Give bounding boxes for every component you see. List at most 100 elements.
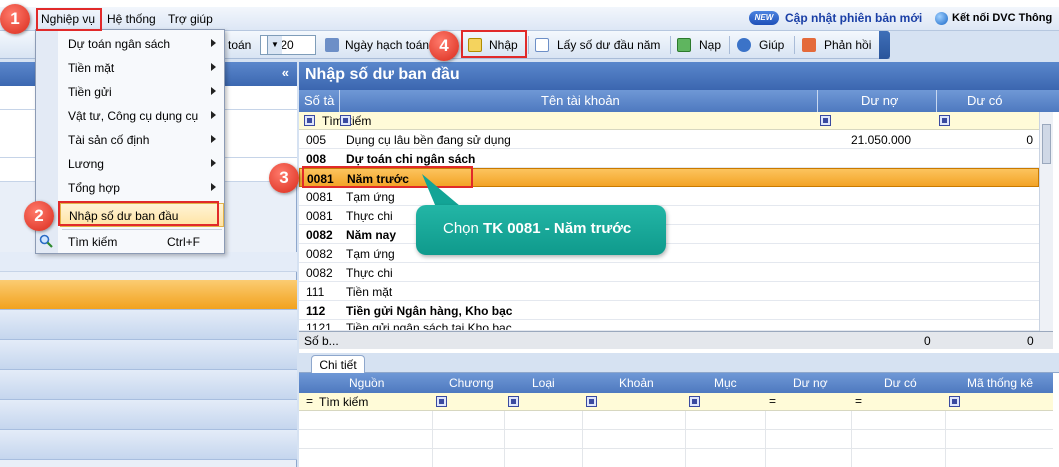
- update-version-link[interactable]: Cập nhật phiên bản mới: [785, 11, 922, 25]
- table-row[interactable]: 0082 Thực chi: [299, 263, 1039, 282]
- feedback-button[interactable]: Phản hồi: [824, 38, 871, 52]
- account-name: Thực chi: [346, 209, 393, 223]
- menu-item-label: Tài sản cố định: [68, 133, 150, 147]
- grid-scrollbar[interactable]: [1039, 112, 1053, 331]
- column-header-credit[interactable]: Dư có: [967, 93, 1002, 108]
- menu-item-tong-hop[interactable]: Tổng hợp: [60, 176, 224, 200]
- column-header-category[interactable]: Mục: [714, 376, 737, 390]
- table-row[interactable]: 0081 Tạm ứng: [299, 187, 1039, 206]
- account-name: Tạm ứng: [346, 247, 395, 261]
- filter-operator-icon[interactable]: [508, 396, 519, 407]
- filter-operator-icon[interactable]: [436, 396, 447, 407]
- menu-item-tai-san[interactable]: Tài sản cố định: [60, 128, 224, 152]
- account-name: Tạm ứng: [346, 190, 395, 204]
- filter-operator-icon[interactable]: [304, 115, 315, 126]
- table-row[interactable]: 0082 Tạm ứng: [299, 244, 1039, 263]
- filter-operator-icon[interactable]: [689, 396, 700, 407]
- menu-he-thong[interactable]: Hệ thống: [107, 12, 156, 26]
- column-header-account-name[interactable]: Tên tài khoản: [541, 93, 620, 108]
- account-code: 008: [306, 152, 327, 166]
- table-row[interactable]: 111 Tiền mặt: [299, 282, 1039, 301]
- filter-operator-icon[interactable]: [939, 115, 950, 126]
- filter-operator-icon[interactable]: [949, 396, 960, 407]
- column-header-chapter[interactable]: Chương: [449, 376, 494, 390]
- get-opening-balance-button[interactable]: Lấy số dư đầu năm: [557, 38, 660, 52]
- left-panel-band[interactable]: [0, 340, 297, 370]
- instruction-callout: Chọn TK 0081 - Năm trước: [416, 205, 666, 255]
- table-row[interactable]: 0081 Thực chi: [299, 206, 1039, 225]
- callout-text: Chọn: [443, 220, 484, 237]
- filter-operator-icon[interactable]: [820, 115, 831, 126]
- account-name: Tiền gửi ngân sách tại Kho bạc: [346, 321, 512, 331]
- shortcut-label: Ctrl+F: [167, 235, 200, 249]
- step-badge-4: 4: [429, 31, 459, 61]
- tab-chi-tiet[interactable]: Chi tiết: [311, 355, 365, 374]
- column-header-item[interactable]: Khoản: [619, 376, 654, 390]
- left-panel-band[interactable]: [0, 400, 297, 430]
- chevron-right-icon: [211, 159, 216, 167]
- filter-operator-icon[interactable]: [586, 396, 597, 407]
- chevron-right-icon: [211, 87, 216, 95]
- menu-item-vat-tu[interactable]: Vật tư, Công cụ dụng cụ: [60, 104, 224, 128]
- filter-equals-icon[interactable]: =: [769, 394, 776, 408]
- grid-line: [945, 411, 946, 467]
- help-button[interactable]: Giúp: [759, 38, 784, 52]
- grid-line: [432, 411, 433, 467]
- toolbar-overflow-handle[interactable]: [879, 31, 890, 59]
- menu-item-label: Tiền mặt: [68, 61, 115, 75]
- grid-line: [504, 411, 505, 467]
- table-row[interactable]: 1121 Tiền gửi ngân sách tại Kho bạc: [299, 320, 1039, 331]
- left-panel-band-active[interactable]: [0, 280, 297, 310]
- year-label: toán: [228, 38, 252, 52]
- account-code: 005: [306, 133, 327, 147]
- grid-line: [299, 429, 1053, 430]
- filter-equals-icon[interactable]: =: [306, 394, 313, 408]
- column-header-debit[interactable]: Dư nợ: [861, 93, 898, 108]
- table-row[interactable]: 0082 Năm nay: [299, 225, 1039, 244]
- left-panel-scroll-row[interactable]: [0, 252, 297, 272]
- account-code: 0081: [306, 209, 333, 223]
- new-badge: NEW: [749, 11, 779, 25]
- left-panel-band[interactable]: [0, 310, 297, 340]
- credit-value: 0: [1026, 133, 1033, 147]
- table-row[interactable]: 005 Dụng cụ lâu bền đang sử dụng 21.050.…: [299, 130, 1039, 149]
- calendar-icon: [325, 38, 339, 52]
- post-date-button[interactable]: Ngày hạch toán: [345, 38, 429, 52]
- toolbar-separator: [528, 36, 529, 54]
- left-panel-band[interactable]: [0, 430, 297, 460]
- column-header-account-no[interactable]: Số tà: [304, 93, 334, 108]
- menu-item-label: Vật tư, Công cụ dụng cụ: [68, 109, 199, 123]
- dvc-connect-link[interactable]: Kết nối DVC Thông: [952, 12, 1052, 24]
- column-header-type[interactable]: Loại: [532, 376, 555, 390]
- grid-header: Số tà Tên tài khoản Dư nợ Dư có: [299, 90, 1059, 112]
- menu-item-tien-gui[interactable]: Tiền gửi: [60, 80, 224, 104]
- filter-equals-icon[interactable]: =: [855, 394, 862, 408]
- menu-item-label: Tìm kiếm: [68, 235, 118, 249]
- year-select[interactable]: 2020 ▼: [260, 35, 316, 55]
- highlight-menu-nhap-so-du: [58, 201, 219, 226]
- menu-item-luong[interactable]: Lương: [60, 152, 224, 176]
- chevron-right-icon: [211, 39, 216, 47]
- callout-bold-text: TK 0081 - Năm trước: [483, 220, 632, 237]
- load-button[interactable]: Nạp: [699, 38, 721, 52]
- menu-item-tim-kiem[interactable]: Tìm kiếm Ctrl+F: [60, 230, 224, 254]
- menu-item-du-toan[interactable]: Dự toán ngân sách: [60, 32, 224, 56]
- account-code: 0082: [306, 247, 333, 261]
- menu-item-label: Tiền gửi: [68, 85, 112, 99]
- menu-tro-giup[interactable]: Trợ giúp: [168, 12, 213, 26]
- detail-filter-placeholder[interactable]: Tìm kiếm: [319, 395, 368, 409]
- column-header-stat-code[interactable]: Mã thống kê: [967, 376, 1033, 390]
- column-header-detail-credit[interactable]: Dư có: [884, 376, 917, 390]
- filter-operator-icon[interactable]: [340, 115, 351, 126]
- table-row[interactable]: 112 Tiền gửi Ngân hàng, Kho bạc: [299, 301, 1039, 320]
- left-panel-band[interactable]: [0, 370, 297, 400]
- collapse-icon[interactable]: «: [282, 65, 289, 80]
- column-header-detail-debit[interactable]: Dư nợ: [793, 376, 828, 390]
- account-name: Dự toán chi ngân sách: [346, 152, 476, 166]
- chevron-down-icon[interactable]: ▼: [267, 36, 282, 54]
- scrollbar-thumb[interactable]: [1042, 124, 1051, 164]
- menu-item-tien-mat[interactable]: Tiền mặt: [60, 56, 224, 80]
- highlight-menu-nghiep-vu: [36, 8, 102, 31]
- column-header-source[interactable]: Nguồn: [349, 376, 384, 390]
- account-name: Tiền gửi Ngân hàng, Kho bạc: [346, 304, 513, 318]
